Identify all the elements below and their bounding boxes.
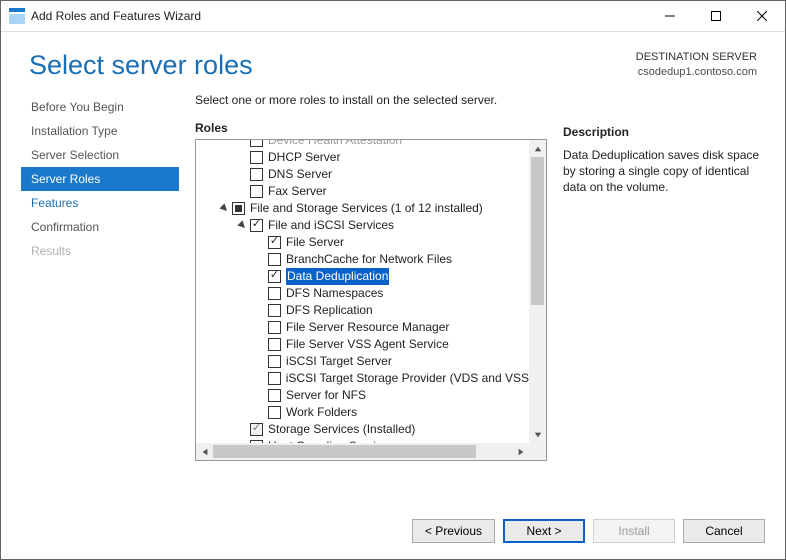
scroll-up-arrow[interactable] — [529, 140, 546, 157]
nav-step-1[interactable]: Installation Type — [21, 119, 179, 143]
tree-row[interactable]: Fax Server — [200, 183, 529, 200]
tree-expander-icon[interactable] — [236, 220, 248, 232]
tree-checkbox[interactable] — [268, 372, 281, 385]
tree-row[interactable]: DFS Replication — [200, 302, 529, 319]
wizard-icon — [9, 8, 25, 24]
tree-row[interactable]: BranchCache for Network Files — [200, 251, 529, 268]
tree-row[interactable]: Work Folders — [200, 404, 529, 421]
tree-checkbox[interactable] — [268, 270, 281, 283]
tree-checkbox[interactable] — [250, 423, 263, 436]
tree-node-label[interactable]: DFS Namespaces — [286, 285, 383, 302]
tree-node-label[interactable]: Fax Server — [268, 183, 327, 200]
horizontal-scroll-thumb[interactable] — [213, 445, 476, 458]
nav-step-2[interactable]: Server Selection — [21, 143, 179, 167]
tree-node-label[interactable]: Work Folders — [286, 404, 357, 421]
next-button[interactable]: Next > — [503, 519, 585, 543]
tree-node-label[interactable]: Server for NFS — [286, 387, 366, 404]
minimize-button[interactable] — [647, 1, 693, 31]
roles-label: Roles — [195, 121, 547, 139]
tree-row[interactable]: File Server — [200, 234, 529, 251]
cancel-button[interactable]: Cancel — [683, 519, 765, 543]
vertical-scroll-thumb[interactable] — [531, 157, 544, 305]
tree-checkbox[interactable] — [250, 185, 263, 198]
description-text: Data Deduplication saves disk space by s… — [563, 143, 763, 196]
tree-checkbox[interactable] — [250, 168, 263, 181]
tree-node-label[interactable]: BranchCache for Network Files — [286, 251, 452, 268]
destination-block: DESTINATION SERVER csodedup1.contoso.com — [636, 50, 757, 81]
tree-checkbox[interactable] — [232, 202, 245, 215]
scroll-down-arrow[interactable] — [529, 426, 546, 443]
tree-row[interactable]: File Server VSS Agent Service — [200, 336, 529, 353]
nav-step-3[interactable]: Server Roles — [21, 167, 179, 191]
tree-row[interactable]: File Server Resource Manager — [200, 319, 529, 336]
tree-row[interactable]: Server for NFS — [200, 387, 529, 404]
tree-row[interactable]: DNS Server — [200, 166, 529, 183]
close-button[interactable] — [739, 1, 785, 31]
install-button[interactable]: Install — [593, 519, 675, 543]
tree-row[interactable]: File and Storage Services (1 of 12 insta… — [200, 200, 529, 217]
tree-checkbox[interactable] — [268, 236, 281, 249]
tree-node-label[interactable]: File Server VSS Agent Service — [286, 336, 449, 353]
tree-node-label[interactable]: Data Deduplication — [286, 268, 389, 285]
tree-node-label[interactable]: Device Health Attestation — [268, 140, 402, 149]
tree-checkbox[interactable] — [268, 389, 281, 402]
tree-row[interactable]: File and iSCSI Services — [200, 217, 529, 234]
tree-checkbox[interactable] — [268, 287, 281, 300]
tree-node-label[interactable]: File and iSCSI Services — [268, 217, 394, 234]
tree-row[interactable]: iSCSI Target Server — [200, 353, 529, 370]
wizard-nav: Before You BeginInstallation TypeServer … — [21, 91, 179, 509]
nav-step-5[interactable]: Confirmation — [21, 215, 179, 239]
vertical-scrollbar[interactable] — [529, 140, 546, 443]
tree-row[interactable]: DHCP Server — [200, 149, 529, 166]
roles-tree[interactable]: Device Health AttestationDHCP ServerDNS … — [195, 139, 547, 461]
tree-row[interactable]: iSCSI Target Storage Provider (VDS and V… — [200, 370, 529, 387]
tree-checkbox[interactable] — [268, 406, 281, 419]
scroll-right-arrow[interactable] — [512, 443, 529, 460]
tree-checkbox[interactable] — [250, 219, 263, 232]
tree-node-label[interactable]: File Server — [286, 234, 344, 251]
instruction-text: Select one or more roles to install on t… — [195, 91, 547, 121]
tree-checkbox[interactable] — [268, 355, 281, 368]
scroll-left-arrow[interactable] — [196, 443, 213, 460]
header: Select server roles DESTINATION SERVER c… — [1, 32, 785, 91]
tree-node-label[interactable]: File Server Resource Manager — [286, 319, 449, 336]
destination-server: csodedup1.contoso.com — [636, 65, 757, 80]
tree-node-label[interactable]: DFS Replication — [286, 302, 373, 319]
tree-row[interactable]: Device Health Attestation — [200, 140, 529, 149]
page-title: Select server roles — [29, 50, 253, 81]
tree-node-label[interactable]: DHCP Server — [268, 149, 340, 166]
description-label: Description — [563, 125, 763, 143]
tree-checkbox[interactable] — [250, 151, 263, 164]
tree-node-label[interactable]: iSCSI Target Server — [286, 353, 392, 370]
tree-node-label[interactable]: File and Storage Services (1 of 12 insta… — [250, 200, 483, 217]
tree-row[interactable]: Data Deduplication — [200, 268, 529, 285]
tree-node-label[interactable]: Storage Services (Installed) — [268, 421, 415, 438]
tree-row[interactable]: DFS Namespaces — [200, 285, 529, 302]
tree-checkbox[interactable] — [268, 338, 281, 351]
nav-step-6: Results — [21, 239, 179, 263]
tree-checkbox[interactable] — [268, 321, 281, 334]
tree-expander-icon[interactable] — [218, 203, 230, 215]
window-title: Add Roles and Features Wizard — [31, 9, 647, 23]
destination-label: DESTINATION SERVER — [636, 50, 757, 65]
tree-row[interactable]: Storage Services (Installed) — [200, 421, 529, 438]
tree-node-label[interactable]: iSCSI Target Storage Provider (VDS and V… — [286, 370, 529, 387]
tree-node-label[interactable]: DNS Server — [268, 166, 332, 183]
previous-button[interactable]: < Previous — [412, 519, 495, 543]
tree-checkbox[interactable] — [250, 140, 263, 147]
wizard-footer: < Previous Next > Install Cancel — [1, 509, 785, 559]
nav-step-4[interactable]: Features — [21, 191, 179, 215]
tree-checkbox[interactable] — [268, 253, 281, 266]
nav-step-0[interactable]: Before You Begin — [21, 95, 179, 119]
tree-checkbox[interactable] — [268, 304, 281, 317]
titlebar: Add Roles and Features Wizard — [1, 1, 785, 32]
maximize-button[interactable] — [693, 1, 739, 31]
horizontal-scrollbar[interactable] — [196, 443, 529, 460]
